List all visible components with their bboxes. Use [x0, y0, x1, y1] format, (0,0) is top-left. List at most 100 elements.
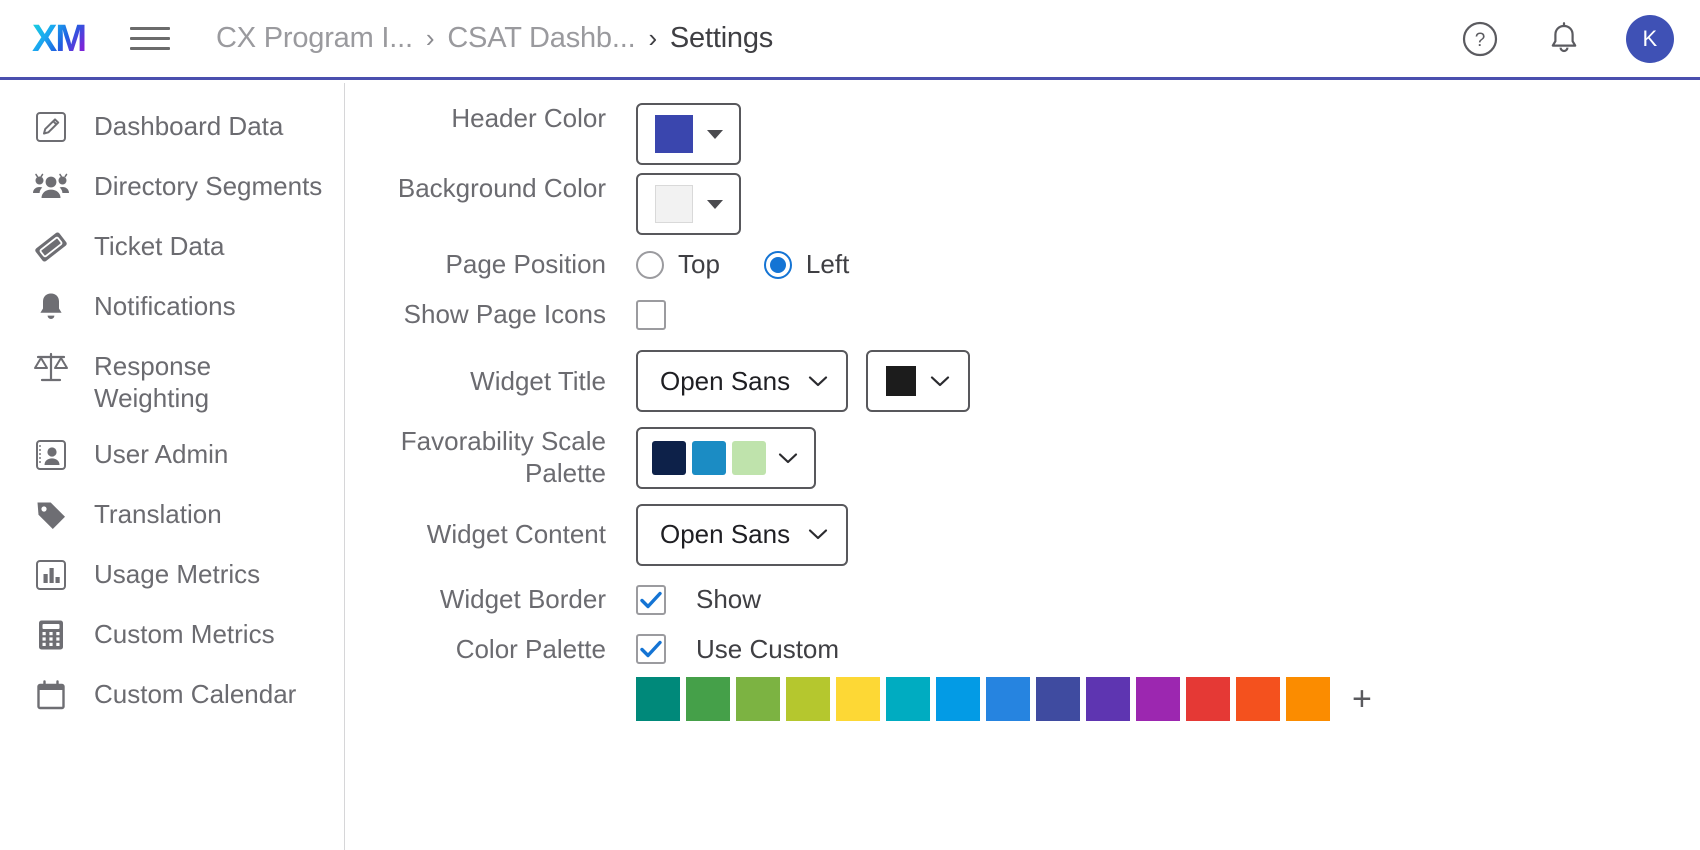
- sidebar-item-label: Notifications: [94, 291, 236, 321]
- row-header-color: Header Color: [346, 103, 1700, 165]
- widget-title-color-picker[interactable]: [866, 350, 971, 413]
- radio-page-position-left[interactable]: [763, 250, 792, 279]
- palette-swatch[interactable]: [1086, 677, 1130, 722]
- sidebar-item-label: Directory Segments: [94, 171, 323, 201]
- hamburger-bar: [130, 37, 170, 40]
- sidebar-item-ticket-data[interactable]: Ticket Data: [0, 217, 344, 277]
- favorability-palette-select[interactable]: [636, 427, 816, 490]
- bell-icon: [32, 288, 70, 326]
- chevron-down-icon: [808, 376, 828, 387]
- favorability-palette-swatches: [652, 441, 766, 476]
- palette-swatch[interactable]: [1236, 677, 1280, 722]
- header-color-picker[interactable]: [636, 103, 741, 165]
- row-show-page-icons: Show Page Icons: [346, 299, 1700, 331]
- bell-icon[interactable]: [1542, 17, 1586, 61]
- widget-title-label: Widget Title: [470, 365, 606, 396]
- sidebar-item-translation[interactable]: Translation: [0, 485, 344, 545]
- checkbox-widget-border[interactable]: [636, 584, 666, 615]
- checkmark-icon: [640, 591, 662, 608]
- sidebar-item-usage-metrics[interactable]: Usage Metrics: [0, 545, 344, 605]
- sidebar-item-user-admin[interactable]: User Admin: [0, 425, 344, 485]
- widget-content-font-value: Open Sans: [660, 519, 791, 550]
- palette-swatch[interactable]: [936, 677, 980, 722]
- users-group-icon: [32, 168, 70, 206]
- chevron-down-icon: [930, 376, 950, 387]
- sidebar-item-custom-metrics[interactable]: Custom Metrics: [0, 605, 344, 665]
- chevron-down-icon: [808, 529, 828, 540]
- use-custom-checkbox-label: Use Custom: [696, 633, 840, 664]
- palette-swatch[interactable]: [986, 677, 1030, 722]
- checkbox-show-page-icons[interactable]: [636, 299, 666, 330]
- breadcrumb: CX Program I... › CSAT Dashb... › Settin…: [216, 22, 773, 55]
- checkbox-use-custom-palette[interactable]: [636, 634, 666, 665]
- row-color-palette: Color Palette Use Custom: [346, 634, 1700, 666]
- palette-swatch[interactable]: [1036, 677, 1080, 722]
- page-position-label: Page Position: [445, 249, 606, 279]
- row-favorability-scale-palette: Favorability Scale Palette: [346, 426, 1700, 490]
- calculator-icon: [32, 616, 70, 654]
- radio-page-position-top[interactable]: [636, 250, 664, 279]
- header-color-swatch: [654, 115, 693, 153]
- sidebar-item-response-weighting[interactable]: Response Weighting: [0, 337, 344, 425]
- avatar-initial: K: [1642, 25, 1658, 51]
- radio-label-left: Left: [805, 249, 850, 280]
- bell-glyph: [1551, 21, 1577, 52]
- sidebar-item-notifications[interactable]: Notifications: [0, 277, 344, 337]
- row-background-color: Background Color: [346, 173, 1700, 235]
- sidebar-item-label: Custom Metrics: [94, 619, 275, 650]
- color-palette-label: Color Palette: [455, 633, 606, 664]
- ticket-icon: [32, 228, 70, 266]
- xm-logo[interactable]: XM: [30, 17, 92, 61]
- header-color-label: Header Color: [451, 103, 606, 133]
- sidebar-item-label: Ticket Data: [94, 231, 225, 261]
- widget-content-label: Widget Content: [426, 519, 606, 550]
- topbar-actions: ? K: [1458, 0, 1674, 77]
- palette-swatch[interactable]: [886, 677, 930, 722]
- help-circle-icon[interactable]: ?: [1458, 17, 1502, 61]
- user-card-icon: [32, 436, 70, 474]
- sidebar-item-directory-segments[interactable]: Directory Segments: [0, 157, 344, 217]
- chevron-down-icon: [778, 453, 798, 463]
- settings-page: XM CX Program I... › CSAT Dashb... › Set…: [0, 0, 1700, 850]
- palette-swatch-list: [636, 677, 1330, 722]
- avatar[interactable]: K: [1626, 14, 1674, 63]
- sidebar-item-custom-calendar[interactable]: Custom Calendar: [0, 665, 344, 725]
- sidebar-item-label: Response Weighting: [94, 351, 212, 413]
- palette-swatch[interactable]: [636, 677, 680, 722]
- sidebar-item-dashboard-data[interactable]: Dashboard Data: [0, 97, 344, 157]
- palette-swatch[interactable]: [1186, 677, 1230, 722]
- palette-swatch[interactable]: [1286, 677, 1330, 722]
- row-page-position: Page Position Top Left: [346, 249, 1700, 281]
- background-color-label: Background Color: [397, 173, 606, 203]
- hamburger-bar: [130, 27, 170, 30]
- sidebar-item-label: User Admin: [94, 439, 229, 470]
- breadcrumb-item-dashboard[interactable]: CSAT Dashb...: [447, 22, 635, 55]
- background-color-swatch: [654, 185, 693, 223]
- widget-content-font-select[interactable]: Open Sans: [636, 503, 849, 566]
- breadcrumb-separator-icon: ›: [648, 22, 657, 53]
- hamburger-menu-icon[interactable]: [130, 24, 170, 54]
- widget-border-label: Widget Border: [439, 583, 606, 614]
- widget-title-font-select[interactable]: Open Sans: [636, 350, 849, 413]
- palette-swatch[interactable]: [686, 677, 730, 722]
- palette-swatch[interactable]: [736, 677, 780, 722]
- breadcrumb-item-settings[interactable]: Settings: [670, 22, 773, 55]
- svg-text:?: ?: [1475, 30, 1486, 51]
- bar-chart-square-icon: [32, 556, 70, 594]
- breadcrumb-item-program[interactable]: CX Program I...: [216, 22, 413, 55]
- widget-title-font-value: Open Sans: [660, 365, 791, 396]
- sidebar-item-label: Translation: [94, 499, 222, 530]
- breadcrumb-separator-icon: ›: [425, 22, 435, 53]
- sidebar-item-label: Usage Metrics: [94, 559, 261, 590]
- favorability-swatch: [652, 441, 686, 476]
- background-color-picker[interactable]: [636, 173, 741, 235]
- hamburger-bar: [130, 47, 170, 50]
- palette-swatch[interactable]: [836, 677, 880, 722]
- row-widget-title: Widget Title Open Sans: [346, 350, 1700, 413]
- palette-swatch[interactable]: [786, 677, 830, 722]
- row-widget-border: Widget Border Show: [346, 584, 1700, 616]
- palette-swatch[interactable]: [1136, 677, 1180, 722]
- svg-text:XM: XM: [32, 18, 85, 60]
- checkmark-icon: [640, 641, 662, 658]
- add-color-button[interactable]: +: [1352, 682, 1372, 716]
